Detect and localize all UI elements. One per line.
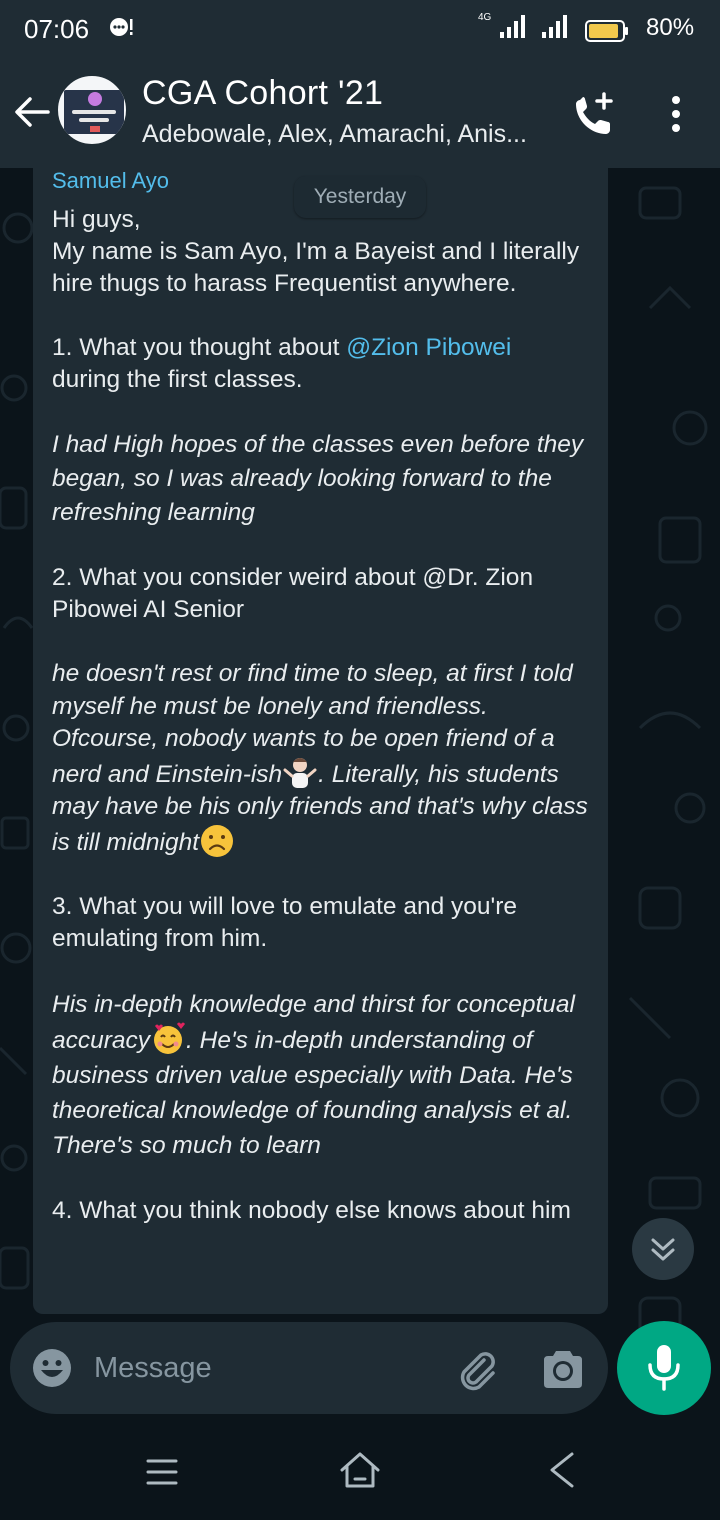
message-text-span: 1. What you thought about [52, 334, 347, 361]
nav-menu-icon[interactable] [142, 1454, 182, 1490]
message-line: My name is Sam Ayo, I'm a Bayeist and I … [52, 238, 580, 297]
message-input[interactable] [94, 1340, 434, 1396]
message-composer [10, 1322, 608, 1414]
status-time: 07:06 [24, 14, 90, 44]
camera-icon[interactable] [540, 1348, 586, 1390]
scroll-to-bottom-button[interactable] [632, 1218, 694, 1280]
chat-area[interactable]: Samuel Ayo Hi guys, My name is Sam Ayo, … [0, 168, 720, 1410]
paperclip-icon[interactable] [454, 1346, 500, 1392]
battery-icon [585, 20, 628, 42]
emoji-icon[interactable] [32, 1348, 72, 1388]
signal-icon [542, 15, 567, 38]
network-type: 4G [478, 12, 492, 23]
mic-icon [648, 1345, 680, 1391]
date-chip: Yesterday [294, 176, 426, 218]
status-bar: 07:06 4G 80% [0, 0, 720, 58]
avatar-image [64, 90, 124, 134]
chat-participants[interactable]: Adebowale, Alex, Amarachi, Anis... [142, 120, 527, 149]
message-line: 4. What you think nobody else knows abou… [52, 1197, 571, 1224]
group-avatar[interactable] [56, 74, 128, 146]
signal-icon [500, 15, 525, 38]
message-text: Hi guys, My name is Sam Ayo, I'm a Bayei… [52, 204, 597, 1227]
chat-header: CGA Cohort '21 Adebowale, Alex, Amarachi… [0, 58, 720, 168]
chat-title[interactable]: CGA Cohort '21 [142, 74, 383, 113]
voice-message-button[interactable] [617, 1321, 711, 1415]
avatar-line [79, 118, 109, 122]
person-shrugging-emoji-icon [283, 757, 317, 788]
smiling-face-with-hearts-emoji-icon [154, 1022, 186, 1054]
back-arrow-icon[interactable] [12, 94, 52, 130]
avatar-face [88, 92, 102, 106]
message-line: he doesn't rest or find time to sleep, a… [52, 658, 597, 859]
message-sender[interactable]: Samuel Ayo [52, 168, 169, 194]
answer-text: I had High hopes of the classes even bef… [52, 431, 584, 526]
message-line: I had High hopes of the classes even bef… [52, 428, 597, 530]
add-call-icon[interactable] [568, 90, 616, 138]
avatar-dot [90, 126, 100, 132]
message-text-span: during the first classes. [52, 366, 303, 393]
message-line: His in-depth knowledge and thirst for co… [52, 987, 597, 1163]
nav-home-icon[interactable] [338, 1450, 382, 1490]
message-line: 2. What you consider weird about @Dr. Zi… [52, 564, 534, 623]
chevrons-down-icon [651, 1238, 675, 1261]
nav-back-icon[interactable] [544, 1450, 580, 1490]
more-options-icon[interactable] [668, 94, 684, 134]
mention-link[interactable]: @Zion Pibowei [346, 334, 511, 361]
message-bubble[interactable]: Samuel Ayo Hi guys, My name is Sam Ayo, … [33, 168, 608, 1314]
message-line: 1. What you thought about @Zion Pibowei d… [52, 332, 597, 396]
avatar-line [72, 110, 116, 114]
system-nav-bar [0, 1420, 720, 1520]
notification-bubble-icon [110, 18, 133, 36]
battery-percent: 80% [646, 14, 695, 41]
frowning-face-emoji-icon [201, 824, 234, 857]
message-line: 3. What you will love to emulate and you… [52, 893, 517, 952]
